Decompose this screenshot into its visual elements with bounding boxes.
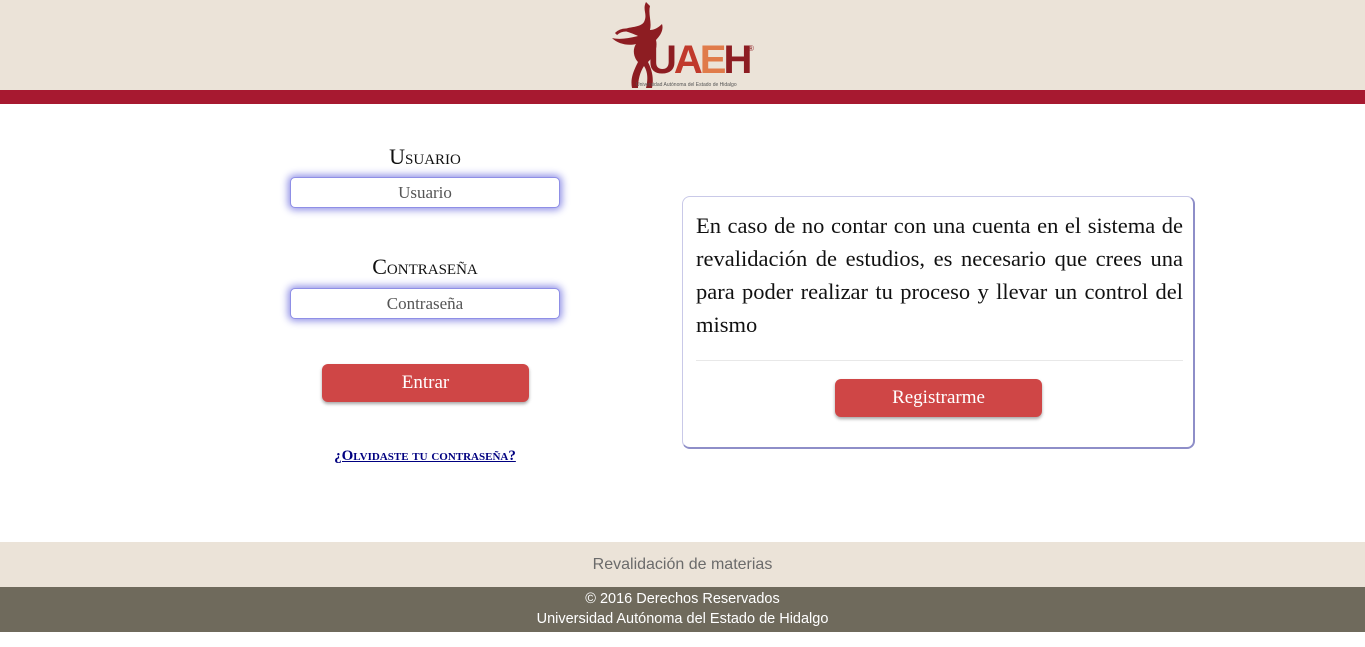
page-header: UAEH ® Universidad Autónoma del Estado d… — [0, 0, 1365, 90]
footer-title: Revalidación de materias — [0, 542, 1365, 587]
footer-institution: Universidad Autónoma del Estado de Hidal… — [536, 611, 829, 627]
register-panel: En caso de no contar con una cuenta en e… — [682, 196, 1195, 449]
registered-mark: ® — [748, 44, 754, 53]
footer-bottom: © 2016 Derechos Reservados Universidad A… — [0, 587, 1365, 632]
logo-subtitle: Universidad Autónoma del Estado de Hidal… — [636, 82, 737, 88]
footer-copyright: © 2016 Derechos Reservados — [585, 591, 780, 607]
register-message: En caso de no contar con una cuenta en e… — [696, 213, 1183, 337]
panel-divider — [696, 360, 1183, 361]
logo-wordmark: UAEH — [648, 38, 752, 82]
header-band — [0, 90, 1365, 104]
uaeh-logo[interactable]: UAEH ® Universidad Autónoma del Estado d… — [608, 0, 758, 92]
register-button[interactable]: Registrarme — [835, 379, 1042, 417]
login-button[interactable]: Entrar — [322, 364, 529, 402]
user-label: Usuario — [389, 144, 461, 169]
password-label: Contraseña — [372, 254, 478, 279]
user-input[interactable] — [290, 177, 560, 208]
forgot-password-link[interactable]: ¿Olvidaste tu contraseña? — [275, 448, 575, 465]
password-input[interactable] — [290, 288, 560, 319]
